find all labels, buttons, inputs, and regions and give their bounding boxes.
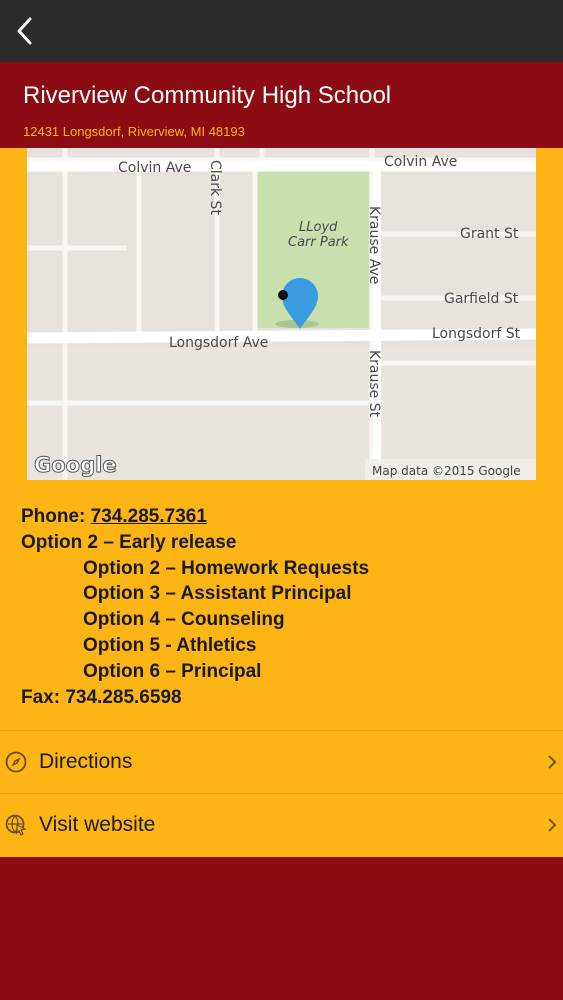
street-label-colvin-ave: Colvin Ave <box>118 160 191 176</box>
option-main: Option 2 – Early release <box>21 531 237 553</box>
contact-info: Phone: 734.285.7361 Option 2 – Early rel… <box>21 504 551 710</box>
street-label-clark-st: Clark St <box>207 160 223 215</box>
school-address: 12431 Longsdorf, Riverview, MI 48193 <box>23 124 245 139</box>
option-item: Option 5 - Athletics <box>83 634 257 656</box>
street-label-grant-st: Grant St <box>460 226 519 242</box>
location-map[interactable]: Colvin Ave Colvin Ave Clark St Krause Av… <box>27 148 536 480</box>
fax-line: Fax: 734.285.6598 <box>21 686 182 708</box>
school-header: Riverview Community High School 12431 Lo… <box>0 62 563 148</box>
map-canvas: Colvin Ave Colvin Ave Clark St Krause Av… <box>27 148 536 480</box>
directions-label: Directions <box>39 750 133 773</box>
option-item: Option 2 – Homework Requests <box>83 557 370 579</box>
back-button[interactable] <box>6 12 42 50</box>
street-label-longsdorf-ave: Longsdorf Ave <box>169 335 268 351</box>
option-item: Option 3 – Assistant Principal <box>83 583 352 605</box>
google-logo: Google <box>34 453 117 477</box>
park-label-line2: Carr Park <box>288 235 349 250</box>
street-label-krause-st: Krause St <box>366 350 382 418</box>
phone-link[interactable]: 734.285.7361 <box>91 506 207 527</box>
option-item: Option 4 – Counseling <box>83 609 285 631</box>
chevron-right-icon <box>548 755 557 769</box>
street-label-krause-ave: Krause Ave <box>366 206 382 284</box>
visit-website-label: Visit website <box>39 813 156 836</box>
chevron-left-icon <box>17 17 32 45</box>
phone-line: Phone: 734.285.7361 <box>21 504 551 530</box>
top-bar <box>0 0 563 62</box>
phone-label: Phone: <box>21 506 91 527</box>
chevron-right-icon <box>548 818 557 832</box>
compass-icon <box>5 751 27 773</box>
globe-cursor-icon <box>5 814 27 836</box>
content-panel: Colvin Ave Colvin Ave Clark St Krause Av… <box>0 148 563 857</box>
directions-row[interactable]: Directions <box>0 730 563 793</box>
street-label-garfield-st: Garfield St <box>444 291 519 307</box>
street-label-colvin-ave-east: Colvin Ave <box>384 154 457 170</box>
school-name: Riverview Community High School <box>23 82 392 109</box>
map-attribution: Map data ©2015 Google <box>372 464 521 478</box>
option-item: Option 6 – Principal <box>83 660 262 682</box>
park-label-line1: LLoyd <box>299 220 338 235</box>
visit-website-row[interactable]: Visit website <box>0 793 563 856</box>
street-label-longsdorf-st: Longsdorf St <box>432 326 521 342</box>
